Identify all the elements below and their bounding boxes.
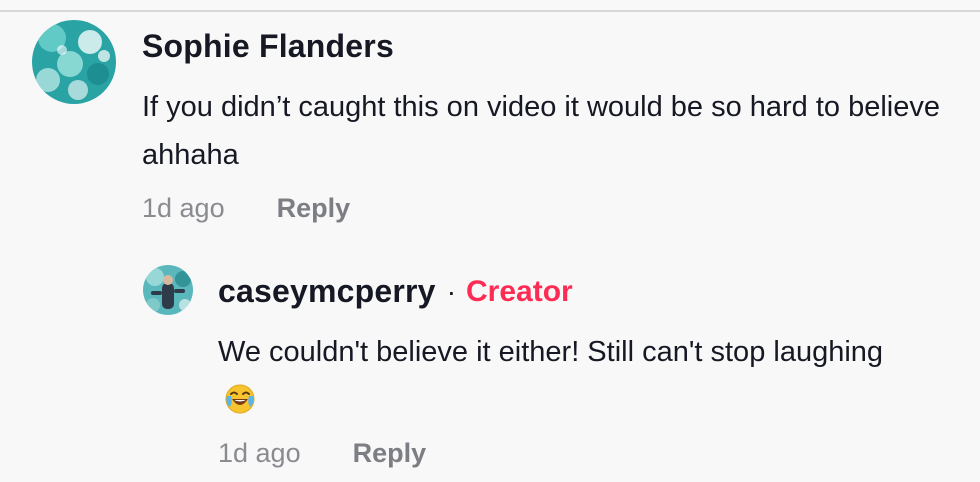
reply-header: caseymcperry · Creator — [218, 273, 573, 310]
reply-text: We couldn't believe it either! Still can… — [218, 336, 884, 368]
comment-timestamp: 1d ago — [142, 193, 225, 223]
avatar[interactable] — [32, 20, 116, 104]
reply-author[interactable]: caseymcperry — [218, 273, 436, 310]
reply-avatar[interactable] — [143, 265, 193, 315]
top-divider — [0, 10, 980, 12]
comment-text: If you didn’t caught this on video it wo… — [142, 91, 941, 171]
reply-button[interactable]: Reply — [277, 193, 351, 224]
reply-timestamp: 1d ago — [218, 438, 301, 468]
reply-reply-button[interactable]: Reply — [353, 438, 427, 469]
comments-panel: Sophie Flanders If you didn’t caught thi… — [0, 0, 980, 482]
separator-dot: · — [446, 275, 457, 307]
comment-meta: 1d ago Reply — [142, 193, 350, 224]
reply-meta: 1d ago Reply — [218, 438, 426, 469]
face-with-tears-of-joy-icon — [224, 382, 256, 430]
reply-text-container: We couldn't believe it either! Still can… — [218, 328, 918, 430]
creator-badge: Creator — [466, 274, 573, 308]
comment-author[interactable]: Sophie Flanders — [142, 28, 394, 65]
